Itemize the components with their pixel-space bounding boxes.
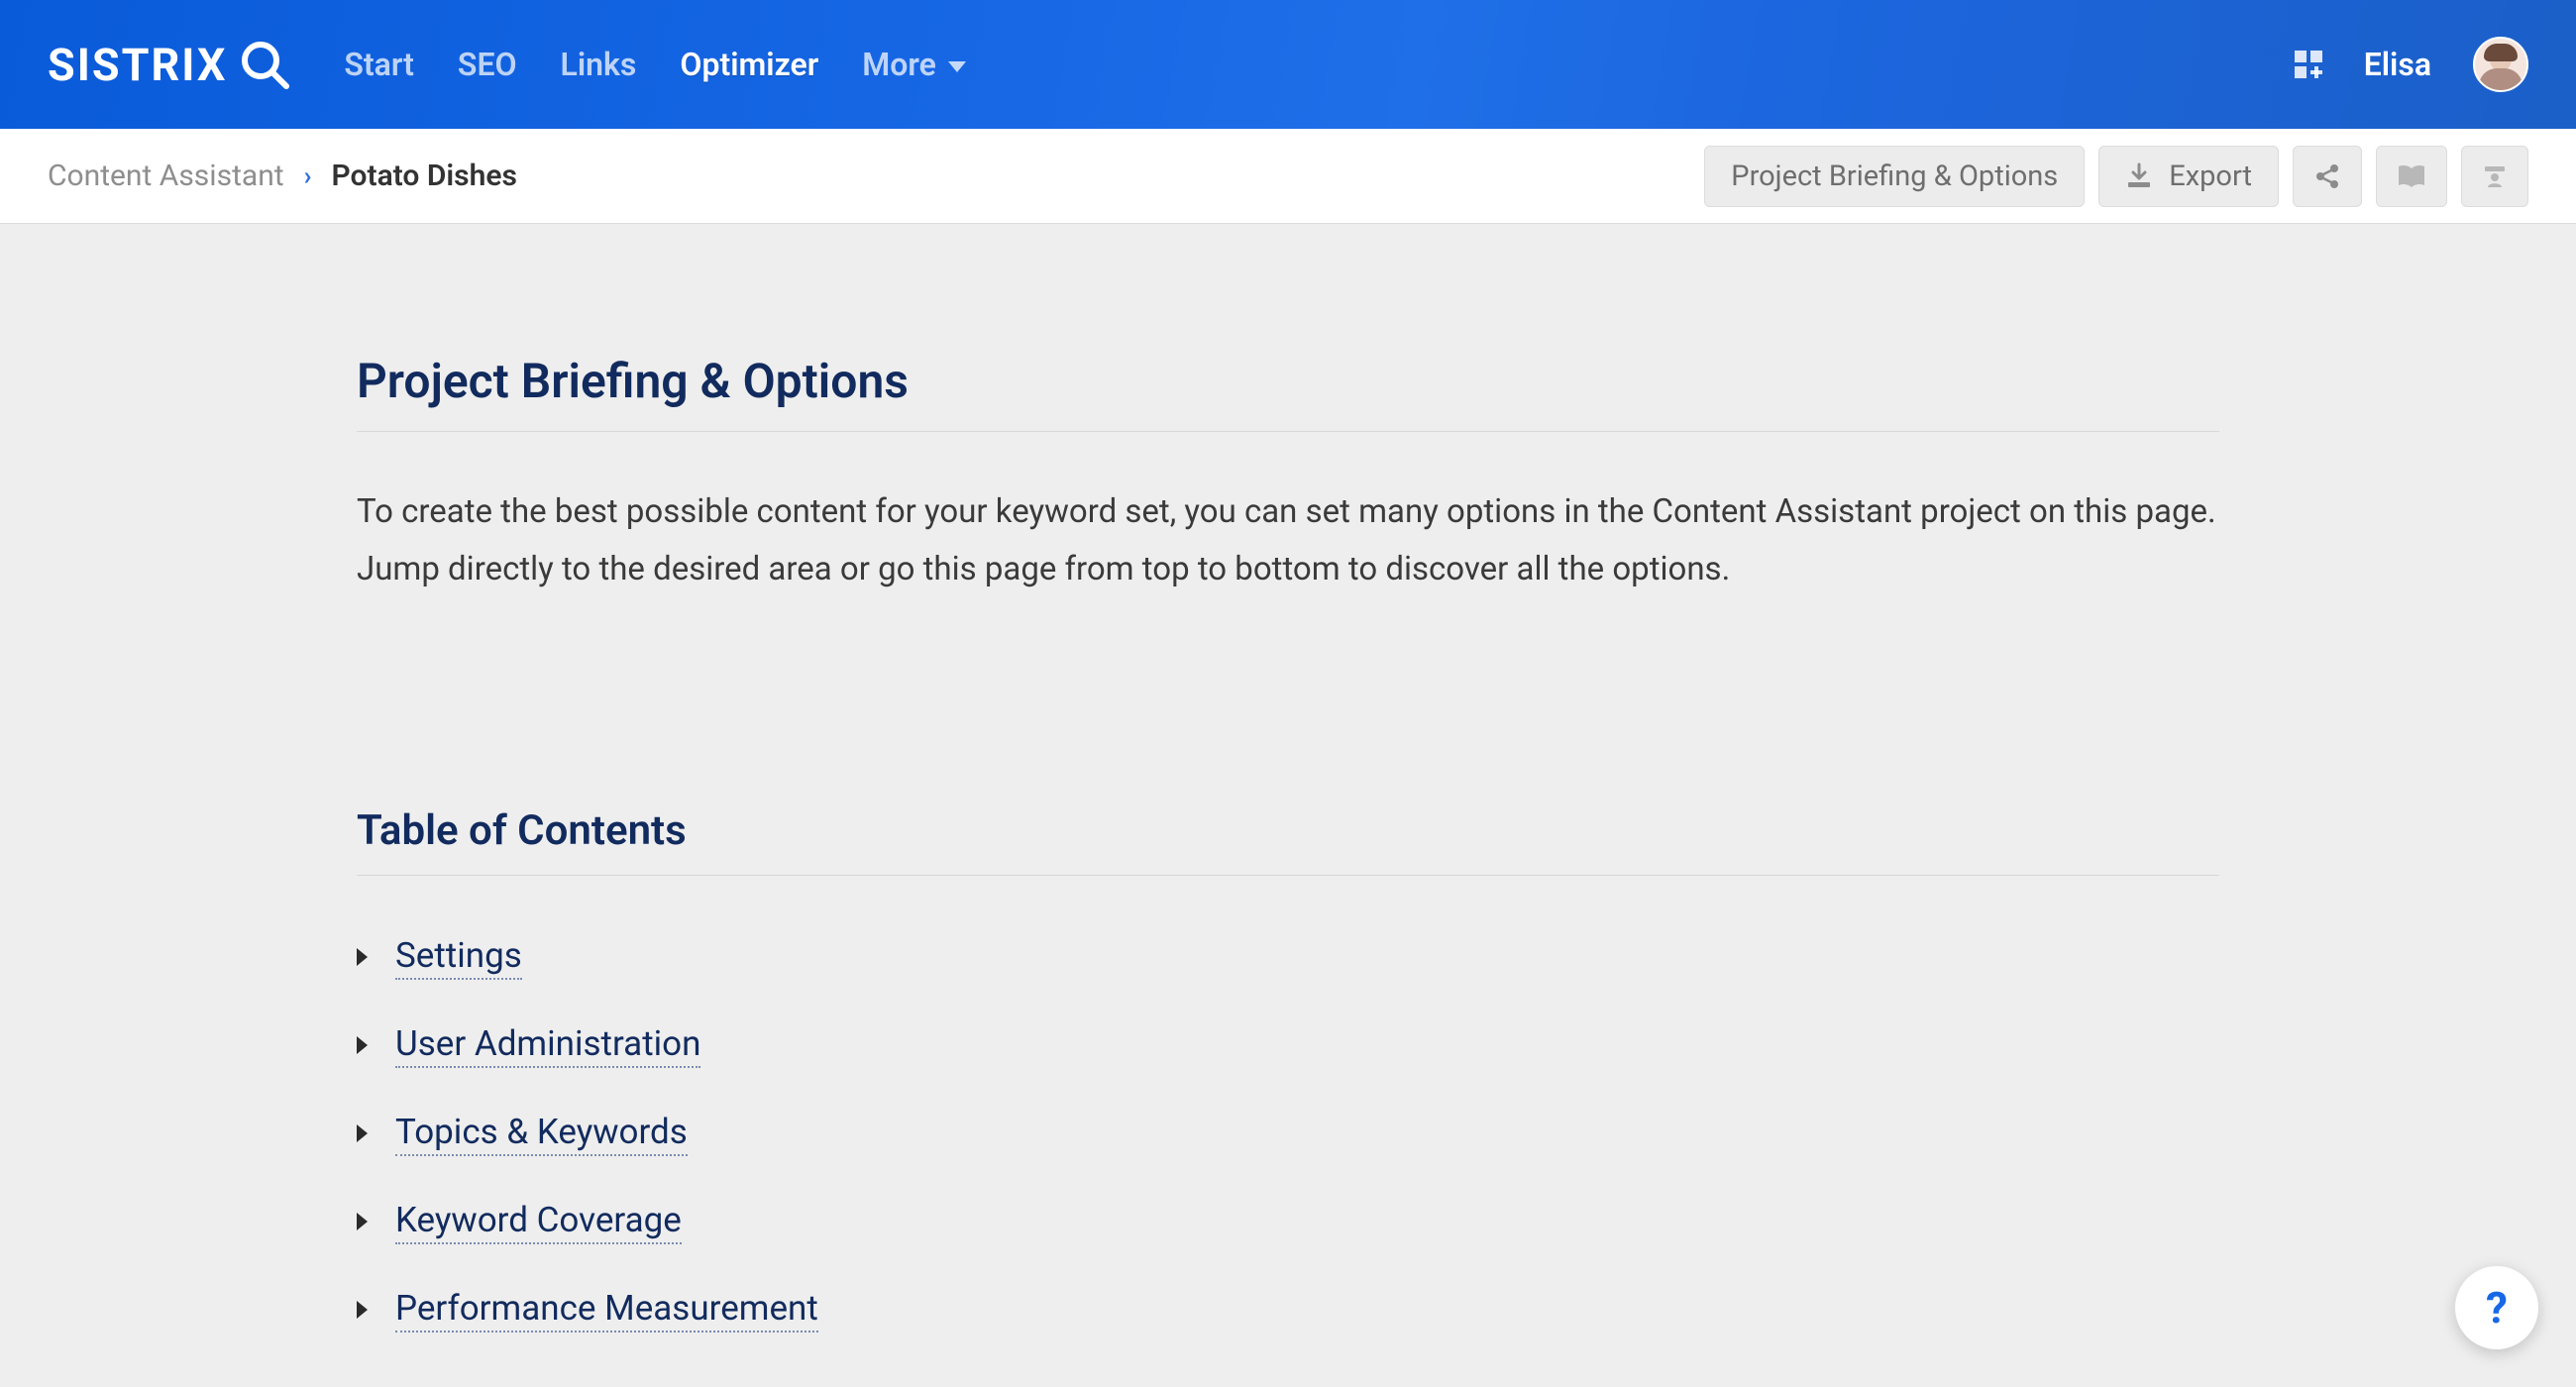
brand-logo[interactable]: SISTRIX xyxy=(48,37,292,92)
toc-item-user-admin: User Administration xyxy=(357,1023,2219,1068)
toc-link-performance[interactable]: Performance Measurement xyxy=(395,1288,818,1333)
project-briefing-button[interactable]: Project Briefing & Options xyxy=(1704,146,2085,207)
toc-item-settings: Settings xyxy=(357,935,2219,980)
page-intro: To create the best possible content for … xyxy=(357,483,2219,598)
main-header: SISTRIX Start SEO Links Optimizer More E… xyxy=(0,0,2576,129)
share-button[interactable] xyxy=(2293,146,2362,207)
export-button[interactable]: Export xyxy=(2098,146,2279,207)
share-icon xyxy=(2313,162,2341,190)
primary-nav: Start SEO Links Optimizer More xyxy=(344,46,965,83)
page-actions: Project Briefing & Options Export xyxy=(1704,146,2528,207)
person-icon xyxy=(2482,163,2508,189)
project-briefing-label: Project Briefing & Options xyxy=(1731,160,2058,193)
toc-item-performance: Performance Measurement xyxy=(357,1288,2219,1333)
help-button[interactable]: ? xyxy=(2455,1266,2538,1349)
user-name[interactable]: Elisa xyxy=(2364,46,2431,83)
nav-seo[interactable]: SEO xyxy=(458,46,517,83)
toc-list: Settings User Administration Topics & Ke… xyxy=(357,935,2219,1333)
header-right: Elisa xyxy=(2295,37,2528,92)
toc-link-coverage[interactable]: Keyword Coverage xyxy=(395,1200,682,1244)
sub-header: Content Assistant › Potato Dishes Projec… xyxy=(0,129,2576,224)
chevron-right-icon: › xyxy=(304,161,312,191)
help-icon: ? xyxy=(2486,1282,2508,1334)
chevron-down-icon xyxy=(948,61,966,72)
brand-name: SISTRIX xyxy=(48,39,227,91)
caret-right-icon xyxy=(357,1301,368,1319)
download-icon xyxy=(2125,162,2153,190)
main-content: Project Briefing & Options To create the… xyxy=(0,224,2576,1333)
toc-item-topics: Topics & Keywords xyxy=(357,1112,2219,1156)
export-label: Export xyxy=(2169,160,2252,193)
search-icon xyxy=(237,37,292,92)
nav-optimizer[interactable]: Optimizer xyxy=(680,46,818,83)
nav-start[interactable]: Start xyxy=(344,46,414,83)
caret-right-icon xyxy=(357,1124,368,1142)
nav-more[interactable]: More xyxy=(862,46,966,83)
toc-item-coverage: Keyword Coverage xyxy=(357,1200,2219,1244)
book-button[interactable] xyxy=(2376,146,2447,207)
caret-right-icon xyxy=(357,1036,368,1054)
breadcrumb: Content Assistant › Potato Dishes xyxy=(48,159,517,193)
book-icon xyxy=(2397,163,2426,189)
nav-links[interactable]: Links xyxy=(561,46,637,83)
caret-right-icon xyxy=(357,1213,368,1230)
toc-link-user-admin[interactable]: User Administration xyxy=(395,1023,700,1068)
toc-link-topics[interactable]: Topics & Keywords xyxy=(395,1112,688,1156)
breadcrumb-current: Potato Dishes xyxy=(331,159,516,193)
breadcrumb-parent[interactable]: Content Assistant xyxy=(48,159,284,193)
profile-button[interactable] xyxy=(2461,146,2528,207)
toc-title: Table of Contents xyxy=(357,806,2219,876)
avatar[interactable] xyxy=(2473,37,2528,92)
toc-link-settings[interactable]: Settings xyxy=(395,935,522,980)
caret-right-icon xyxy=(357,948,368,966)
page-title: Project Briefing & Options xyxy=(357,353,2219,432)
apps-grid-icon[interactable] xyxy=(2295,51,2322,78)
nav-more-label: More xyxy=(862,46,936,83)
